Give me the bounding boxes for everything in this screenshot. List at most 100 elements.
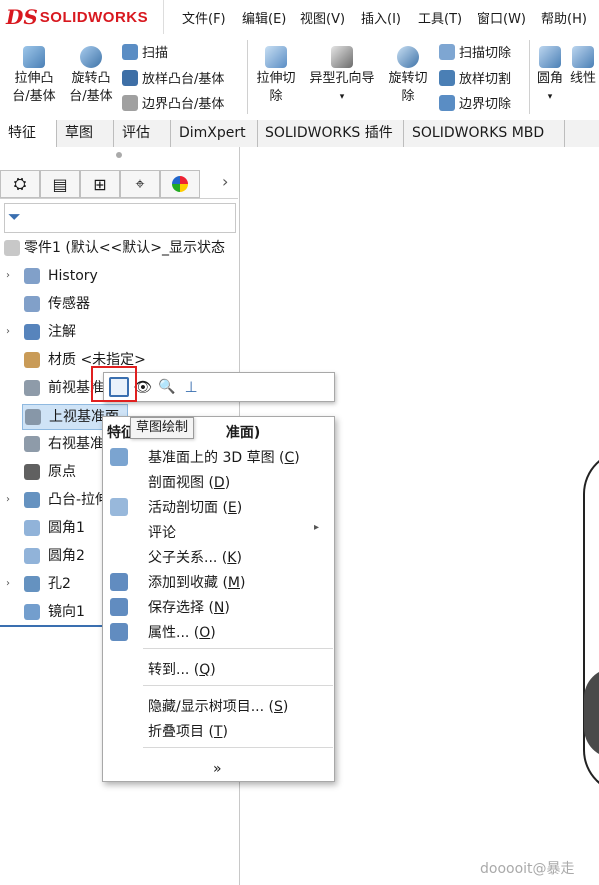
menu-view[interactable]: 视图(V) bbox=[300, 8, 345, 27]
zoom-icon: 🔍 bbox=[158, 379, 176, 395]
extrude-cut-button[interactable]: 拉伸切 除 bbox=[252, 46, 300, 106]
boundary-boss-button[interactable]: 边界凸台/基体 bbox=[122, 93, 224, 112]
menu-item-7[interactable]: 属性... (O) bbox=[148, 622, 216, 642]
origin-icon bbox=[24, 464, 40, 480]
extrude-boss-button[interactable]: 拉伸凸 台/基体 bbox=[8, 46, 60, 106]
revolve-cut-label-1: 旋转切 bbox=[388, 71, 428, 86]
menu-item-4[interactable]: 父子关系... (K) bbox=[148, 547, 242, 567]
menu-item-shortcut: O bbox=[199, 625, 211, 641]
top-plane-icon bbox=[25, 409, 41, 425]
hole-wizard-dropdown-icon[interactable]: ▾ bbox=[305, 88, 379, 106]
boundary-cut-label: 边界切除 bbox=[459, 97, 512, 112]
menu-file[interactable]: 文件(F) bbox=[182, 8, 226, 27]
tree-root-part[interactable]: 零件1 (默认<<默认>_显示状态 bbox=[0, 236, 239, 260]
menu-item-8[interactable]: 转到... (Q) bbox=[148, 659, 216, 679]
menu-item-3[interactable]: 评论 bbox=[148, 522, 176, 542]
tree-item-label: 传感器 bbox=[48, 296, 90, 312]
tree-item-label: 镜向1 bbox=[48, 604, 85, 620]
menu-item-shortcut: N bbox=[213, 600, 225, 616]
extrude-cut-icon bbox=[265, 46, 287, 68]
loft-button[interactable]: 放样凸台/基体 bbox=[122, 68, 224, 87]
panel-grip[interactable] bbox=[116, 152, 122, 158]
revolve-boss-button[interactable]: 旋转凸 台/基体 bbox=[64, 46, 118, 106]
revolve-cut-label-2: 除 bbox=[401, 89, 415, 104]
tree-item-history[interactable]: › History bbox=[0, 264, 239, 288]
menu-item-tail: ) bbox=[224, 475, 231, 491]
tree-item-sensors[interactable]: 传感器 bbox=[0, 292, 239, 316]
tree-filter-input[interactable]: ⏷ bbox=[4, 203, 236, 233]
loft-cut-button[interactable]: 放样切割 bbox=[439, 68, 511, 87]
properties-icon bbox=[110, 623, 128, 641]
menu-help[interactable]: 帮助(H) bbox=[541, 8, 587, 27]
expand-arrow-icon[interactable]: › bbox=[6, 264, 16, 288]
sweep-button[interactable]: 扫描 bbox=[122, 42, 168, 61]
menu-window[interactable]: 窗口(W) bbox=[477, 8, 526, 27]
configuration-manager-tab-icon[interactable]: ⊞ bbox=[80, 170, 120, 198]
menu-item-label: 隐藏/显示树项目... ( bbox=[148, 699, 274, 715]
menu-item-5[interactable]: 添加到收藏 (M) bbox=[148, 572, 245, 592]
tree-item-annotations[interactable]: › 注解 bbox=[0, 320, 239, 344]
boundary-cut-button[interactable]: 边界切除 bbox=[439, 93, 511, 112]
chevron-right-icon[interactable]: › bbox=[222, 172, 228, 191]
menu-item-label: 基准面上的 3D 草图 ( bbox=[148, 450, 285, 466]
revolve-cut-button[interactable]: 旋转切 除 bbox=[384, 46, 432, 106]
menu-item-tail: ) bbox=[236, 500, 243, 516]
fillet-dropdown-icon[interactable]: ▾ bbox=[533, 88, 567, 106]
fillet-button[interactable]: 圆角 ▾ bbox=[533, 46, 567, 106]
menu-item-tail: ) bbox=[210, 625, 216, 641]
feature-manager-tab-icon[interactable]: ⛭ bbox=[0, 170, 40, 198]
menu-item-label: 转到... ( bbox=[148, 662, 200, 678]
menu-item-0[interactable]: 基准面上的 3D 草图 (C) bbox=[148, 447, 300, 467]
menu-item-tail: ) bbox=[282, 699, 289, 715]
menu-item-6[interactable]: 保存选择 (N) bbox=[148, 597, 230, 617]
menu-item-10[interactable]: 折叠项目 (T) bbox=[148, 721, 228, 741]
tab-evaluate[interactable]: 评估 bbox=[114, 120, 171, 147]
menu-item-tail: ) bbox=[224, 600, 230, 616]
dimxpert-manager-tab-icon[interactable]: ⌖ bbox=[120, 170, 160, 198]
menu-item-9[interactable]: 隐藏/显示树项目... (S) bbox=[148, 696, 288, 716]
menu-item-tail: ) bbox=[236, 550, 242, 566]
expand-arrow-icon[interactable]: › bbox=[6, 320, 16, 344]
hole2-icon bbox=[24, 576, 40, 592]
hole-wizard-icon bbox=[331, 46, 353, 68]
menu-item-shortcut: C bbox=[284, 450, 295, 466]
solidworks-logo[interactable]: DS SOLIDWORKS bbox=[6, 4, 156, 30]
menu-edit[interactable]: 编辑(E) bbox=[242, 8, 286, 27]
zoom-to-selection-button[interactable]: 🔍 bbox=[156, 376, 178, 398]
tree-item-label: 原点 bbox=[48, 464, 76, 480]
menu-item-2[interactable]: 活动剖切面 (E) bbox=[148, 497, 242, 517]
menu-expand-icon[interactable]: » bbox=[213, 761, 222, 777]
mirror1-icon bbox=[24, 604, 40, 620]
boundary-boss-label: 边界凸台/基体 bbox=[142, 97, 225, 112]
linear-pattern-label: 线性 bbox=[570, 71, 597, 86]
tab-solidworks-mbd[interactable]: SOLIDWORKS MBD bbox=[404, 120, 565, 147]
menu-tools[interactable]: 工具(T) bbox=[418, 8, 462, 27]
linear-pattern-button[interactable]: 线性 bbox=[570, 46, 599, 88]
tab-features[interactable]: 特征 bbox=[0, 120, 57, 147]
menu-item-shortcut: M bbox=[227, 575, 241, 591]
annotations-icon bbox=[24, 324, 40, 340]
menu-item-label: 属性... ( bbox=[148, 625, 200, 641]
right-plane-icon bbox=[24, 436, 40, 452]
property-manager-tab-icon[interactable]: ▤ bbox=[40, 170, 80, 198]
sweep-cut-button[interactable]: 扫描切除 bbox=[439, 42, 511, 61]
sweep-icon bbox=[122, 43, 138, 60]
tab-sketch[interactable]: 草图 bbox=[57, 120, 114, 147]
revolve-cut-icon bbox=[397, 46, 419, 68]
loft-icon bbox=[122, 69, 138, 86]
menu-item-1[interactable]: 剖面视图 (D) bbox=[148, 472, 230, 492]
tab-solidworks-addins[interactable]: SOLIDWORKS 插件 bbox=[257, 120, 404, 147]
menu-item-shortcut: E bbox=[227, 500, 237, 516]
normal-to-button[interactable]: ⊥ bbox=[180, 376, 202, 398]
expand-arrow-icon[interactable]: › bbox=[6, 572, 16, 596]
hole-wizard-button[interactable]: 异型孔向导 ▾ bbox=[305, 46, 379, 106]
menu-item-label: 折叠项目 ( bbox=[148, 724, 214, 740]
expand-arrow-icon[interactable]: › bbox=[6, 488, 16, 512]
menu-insert[interactable]: 插入(I) bbox=[361, 8, 401, 27]
rollback-bar[interactable] bbox=[0, 625, 104, 627]
tab-dimxpert[interactable]: DimXpert bbox=[171, 120, 258, 147]
menu-item-tail: ) bbox=[294, 450, 300, 466]
menu-item-label: 剖面视图 ( bbox=[148, 475, 214, 491]
fillet-label: 圆角 bbox=[536, 71, 563, 86]
display-manager-tab-icon[interactable] bbox=[160, 170, 200, 198]
